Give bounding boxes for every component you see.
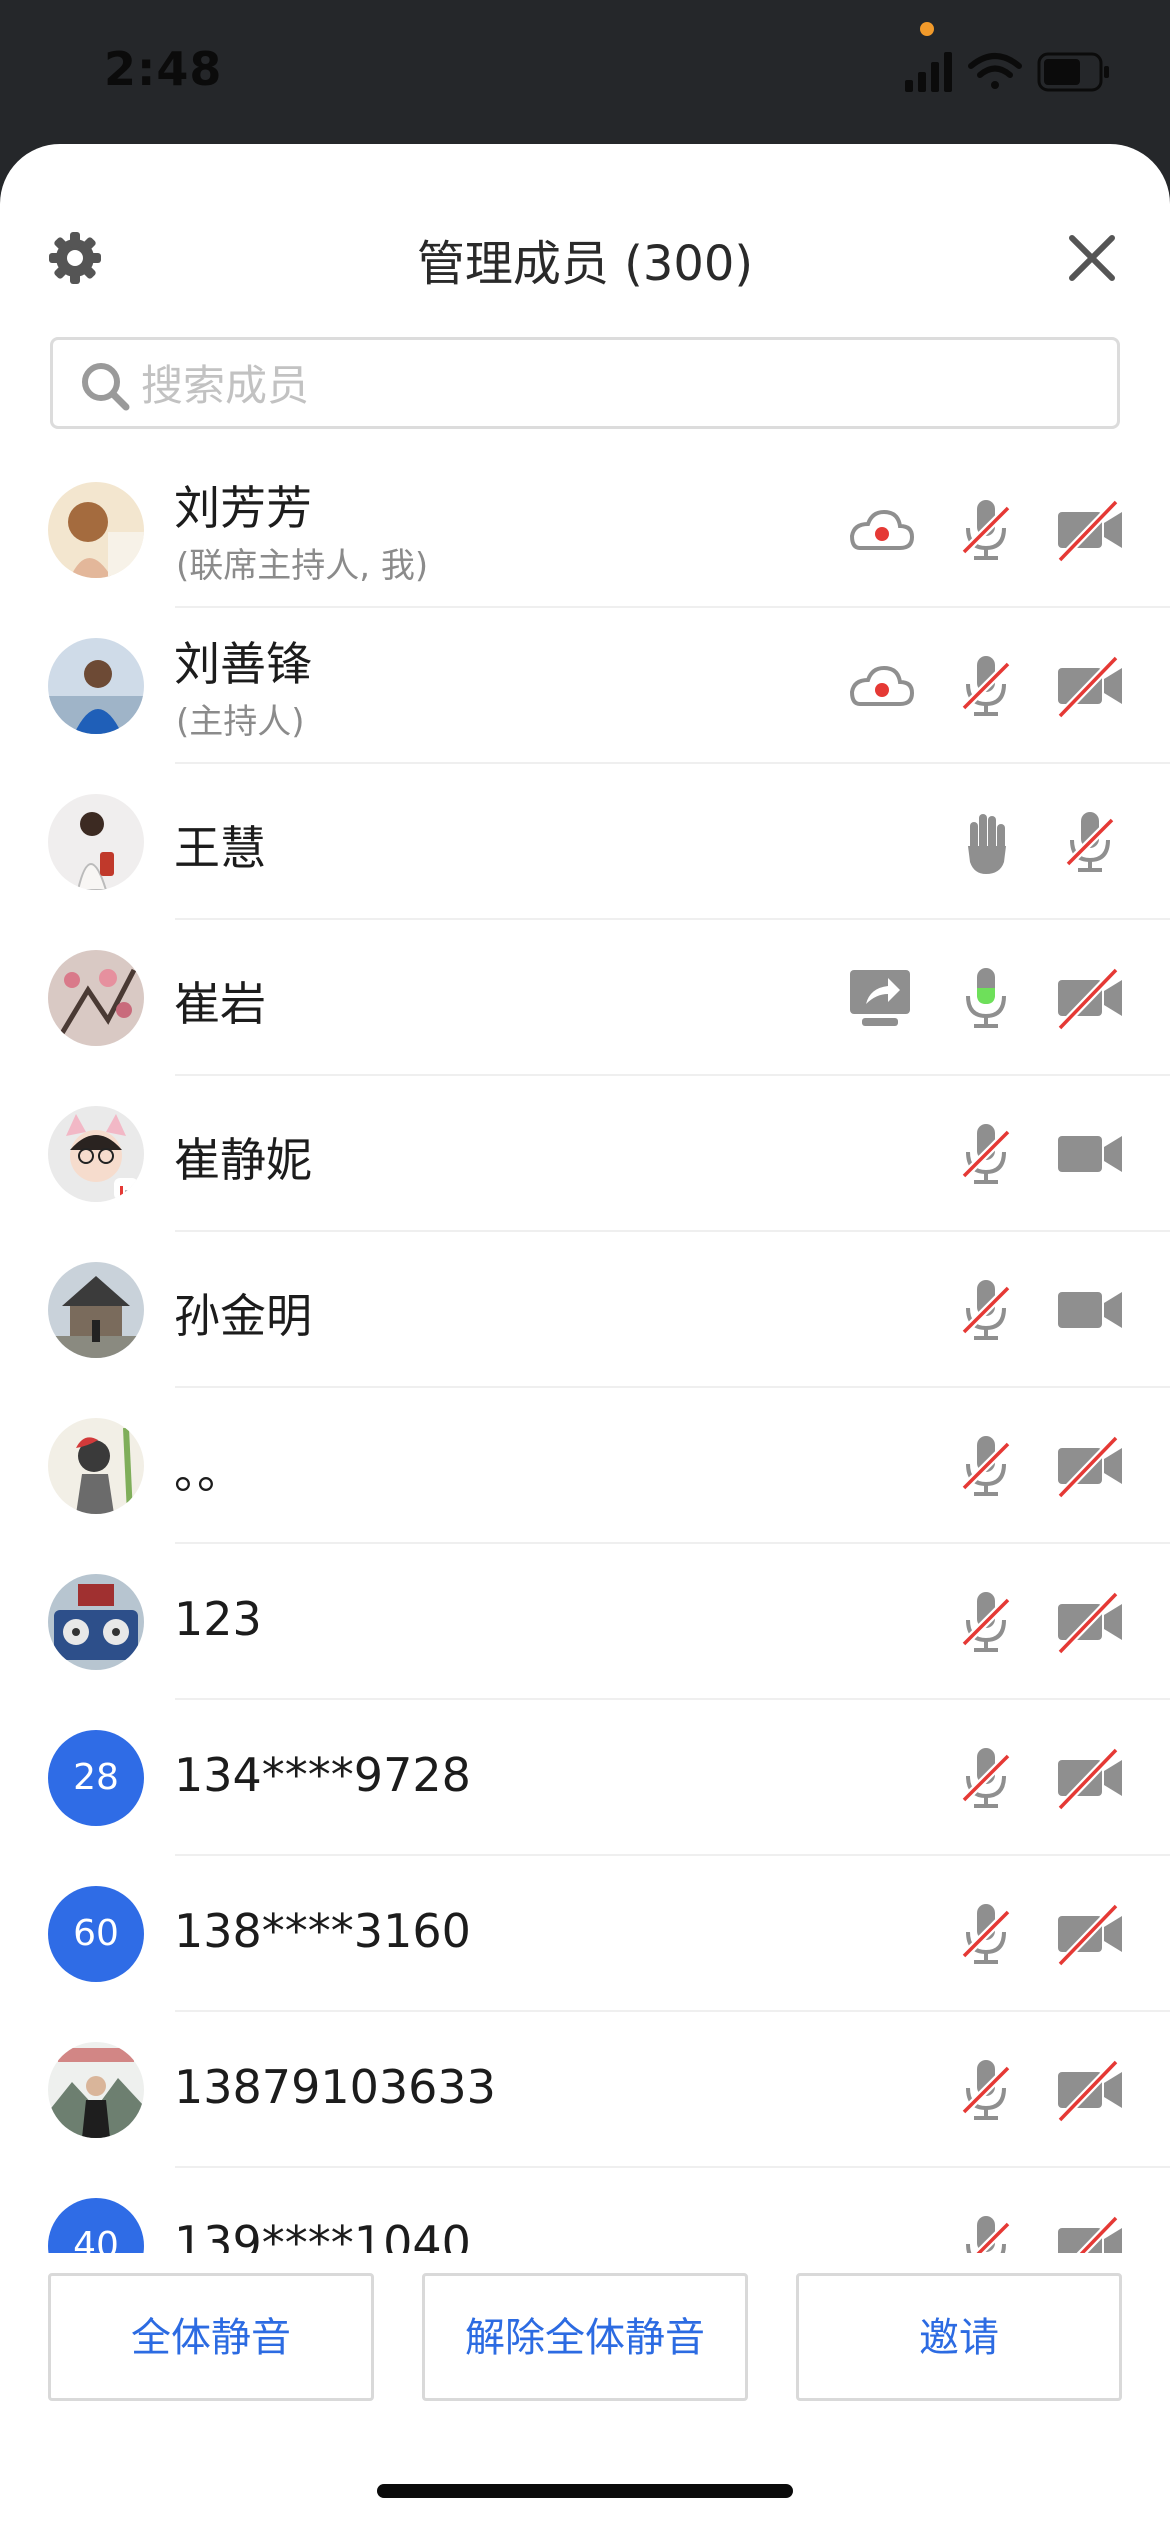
mic-muted-icon[interactable] [950,1430,1022,1502]
mic-muted-icon[interactable] [950,1742,1022,1814]
avatar [48,482,144,578]
camera-off-icon[interactable] [1054,962,1126,1034]
member-name: 崔岩 [174,977,266,1031]
mic-muted-icon[interactable] [950,2054,1022,2126]
status-time: 2:48 [104,42,223,96]
status-bar: 2:48 [0,0,1170,145]
privacy-indicator-dot [920,22,934,36]
member-name: 13879103633 [174,2060,496,2114]
avatar [48,1262,144,1358]
mute-all-button[interactable]: 全体静音 [48,2273,374,2401]
wifi-icon [968,53,1022,89]
battery-icon [1037,52,1109,92]
camera-on-icon[interactable] [1054,1118,1126,1190]
mic-muted-icon[interactable] [950,2210,1022,2253]
avatar [48,950,144,1046]
unmute-all-button[interactable]: 解除全体静音 [422,2273,748,2401]
invite-button[interactable]: 邀请 [796,2273,1122,2401]
mic-muted-icon[interactable] [950,1586,1022,1658]
status-icons [905,52,1109,92]
member-row[interactable]: 13879103633 [0,2012,1170,2168]
camera-on-icon[interactable] [1054,1274,1126,1346]
member-row[interactable]: 123 [0,1544,1170,1700]
member-row[interactable]: 刘芳芳 (联席主持人, 我) [0,452,1170,608]
member-name: 崔静妮 [174,1133,312,1187]
mic-muted-icon[interactable] [950,1274,1022,1346]
member-name: 刘芳芳 [174,481,312,535]
member-name: 123 [174,1592,262,1646]
camera-off-icon[interactable] [1054,1430,1126,1502]
member-name: 。。 [174,1445,243,1499]
avatar [48,1418,144,1514]
member-row[interactable]: 孙金明 [0,1232,1170,1388]
raise-hand-icon [968,814,1006,874]
avatar: 60 [48,1886,144,1982]
avatar [48,638,144,734]
member-name: 139****1040 [174,2216,471,2253]
cloud-recording-icon [849,665,915,706]
page-title: 管理成员 (300) [416,236,754,292]
avatar [48,1106,144,1202]
mic-muted-icon[interactable] [950,494,1022,566]
camera-off-icon[interactable] [1054,2210,1126,2253]
member-role: (联席主持人, 我) [176,546,429,586]
avatar: 28 [48,1730,144,1826]
mic-muted-icon[interactable] [950,1898,1022,1970]
avatar [48,2042,144,2138]
camera-off-icon[interactable] [1054,1742,1126,1814]
avatar: 40 [48,2198,144,2253]
home-indicator[interactable] [377,2484,793,2498]
search-box[interactable] [50,337,1120,429]
mic-muted-icon[interactable] [950,650,1022,722]
close-icon[interactable] [1066,232,1118,284]
member-row[interactable]: 刘善锋 (主持人) [0,608,1170,764]
member-row[interactable]: 王慧 [0,764,1170,920]
member-row[interactable]: 60 138****3160 [0,1856,1170,2012]
cellular-signal-icon [905,52,952,92]
member-row[interactable]: 崔岩 [0,920,1170,1076]
mic-active-icon[interactable] [950,962,1022,1034]
camera-off-icon[interactable] [1054,1898,1126,1970]
member-row[interactable]: 40 139****1040 [0,2168,1170,2253]
cloud-recording-icon [849,509,915,550]
member-name: 王慧 [174,821,266,875]
manage-members-sheet: 管理成员 (300) 刘芳芳 (联席主持人, 我) 刘善锋 (主持人) [0,144,1170,2532]
camera-off-icon[interactable] [1054,1586,1126,1658]
screen-share-icon [850,970,910,1026]
member-row[interactable]: 28 134****9728 [0,1700,1170,1856]
camera-off-icon[interactable] [1054,2054,1126,2126]
member-name: 孙金明 [174,1289,312,1343]
member-list[interactable]: 刘芳芳 (联席主持人, 我) 刘善锋 (主持人) 王慧 崔岩 崔静妮 孙金明 。… [0,452,1170,2253]
member-role: (主持人) [176,702,305,742]
search-icon [82,363,130,411]
mic-muted-icon[interactable] [950,1118,1022,1190]
member-name: 刘善锋 [174,637,312,691]
camera-off-icon[interactable] [1054,494,1126,566]
member-name: 138****3160 [174,1904,471,1958]
mic-muted-icon[interactable] [1054,806,1126,878]
camera-off-icon[interactable] [1054,650,1126,722]
avatar [48,794,144,890]
avatar [48,1574,144,1670]
search-input[interactable] [139,352,1093,418]
member-row[interactable]: 崔静妮 [0,1076,1170,1232]
member-row[interactable]: 。。 [0,1388,1170,1544]
member-name: 134****9728 [174,1748,471,1802]
